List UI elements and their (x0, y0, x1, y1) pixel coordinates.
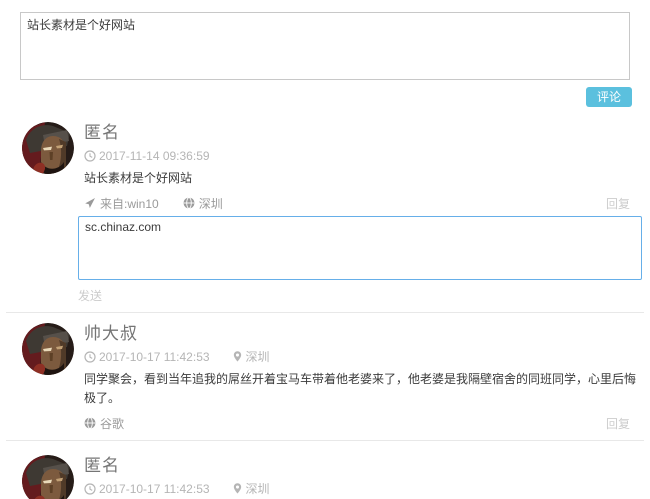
avatar-image (22, 122, 74, 174)
comment-browser-label: 谷歌 (100, 415, 124, 432)
pushpin-icon (84, 197, 96, 209)
reply-editor: 发送 (78, 216, 642, 309)
comment-location-label: 深圳 (246, 480, 270, 497)
clock-icon (84, 483, 96, 495)
comment-meta-row: 来自:win10 深圳 回复 (84, 195, 642, 211)
location-pin-icon (232, 350, 243, 363)
avatar-image (22, 455, 74, 499)
comment-location-label: 深圳 (246, 348, 270, 365)
clock-icon (84, 351, 96, 363)
comment-location-label: 深圳 (199, 195, 223, 212)
comment-item-2: 帅大叔 2017-10-17 11:42:53 深圳 同学聚会，看到当年追我的屌… (0, 313, 650, 437)
comment-source-label: 来自:win10 (100, 195, 159, 212)
comment-list: 匿名 2017-11-14 09:36:59 站长素材是个好网站 来自:win1… (0, 120, 650, 499)
submit-comment-button[interactable]: 评论 (586, 87, 632, 107)
comment-content: 同学聚会，看到当年追我的屌丝开着宝马车带着他老婆来了，他老婆是我隔壁宿舍的同班同… (84, 370, 642, 408)
globe-icon (84, 417, 96, 429)
location-pin-icon (232, 482, 243, 495)
comment-timestamp: 2017-10-17 11:42:53 (99, 350, 210, 364)
comment-time-row: 2017-10-17 11:42:53 深圳 (84, 349, 642, 364)
comment-timestamp: 2017-10-17 11:42:53 (99, 482, 210, 496)
comment-input[interactable] (20, 12, 630, 80)
comment-item-3: 匿名 2017-10-17 11:42:53 深圳 到菜市场买菜，看到一个孩子在… (0, 441, 650, 499)
comment-widget: 评论 (0, 0, 650, 499)
comment-time-row: 2017-10-17 11:42:53 深圳 (84, 481, 642, 496)
comment-author: 匿名 (84, 455, 642, 477)
comment-body: 匿名 2017-10-17 11:42:53 深圳 到菜市场买菜，看到一个孩子在… (84, 453, 642, 499)
comment-browser: 谷歌 (84, 415, 124, 432)
comment-composer (0, 0, 650, 80)
comment-location: 深圳 (183, 195, 223, 212)
avatar (22, 455, 74, 499)
send-reply-button[interactable]: 发送 (78, 287, 102, 304)
comment-content: 站长素材是个好网站 (84, 169, 642, 188)
avatar (22, 323, 74, 375)
reply-link[interactable]: 回复 (606, 195, 630, 212)
reply-link[interactable]: 回复 (606, 415, 630, 432)
comment-body: 帅大叔 2017-10-17 11:42:53 深圳 同学聚会，看到当年追我的屌… (84, 321, 642, 437)
comment-body: 匿名 2017-11-14 09:36:59 站长素材是个好网站 来自:win1… (84, 120, 642, 309)
comment-author: 匿名 (84, 122, 642, 144)
comment-location: 深圳 (232, 480, 270, 497)
avatar (22, 122, 74, 174)
comment-location: 深圳 (232, 348, 270, 365)
comment-author: 帅大叔 (84, 323, 642, 345)
clock-icon (84, 150, 96, 162)
reply-input[interactable] (78, 216, 642, 280)
comment-source: 来自:win10 (84, 195, 159, 212)
comment-timestamp: 2017-11-14 09:36:59 (99, 149, 210, 163)
globe-icon (183, 197, 195, 209)
comment-item-1: 匿名 2017-11-14 09:36:59 站长素材是个好网站 来自:win1… (0, 120, 650, 309)
comment-time-row: 2017-11-14 09:36:59 (84, 148, 642, 163)
composer-actions: 评论 (0, 87, 632, 107)
comment-meta-row: 谷歌 回复 (84, 415, 642, 431)
avatar-image (22, 323, 74, 375)
